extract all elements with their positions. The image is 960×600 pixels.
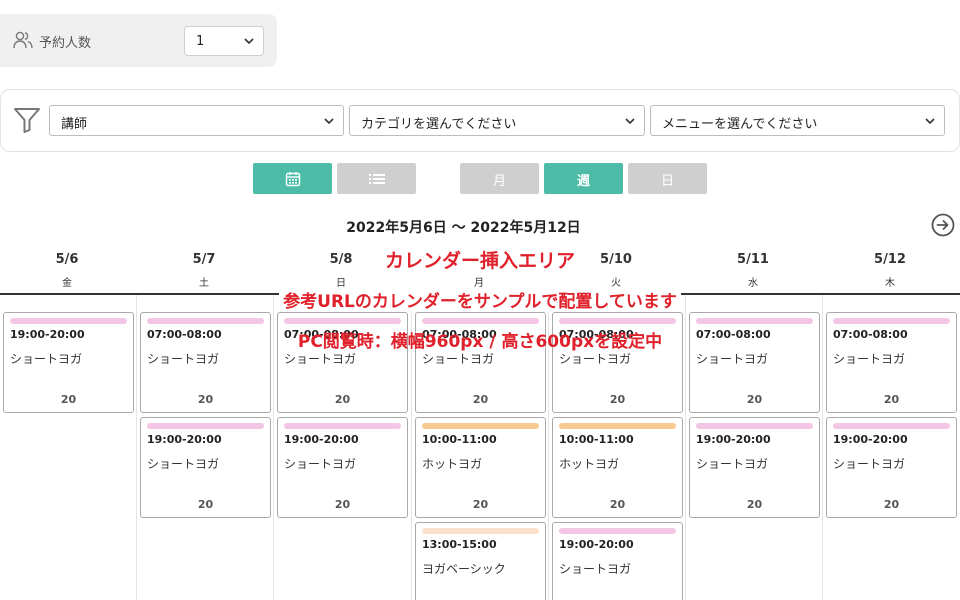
week-view-label: 週	[576, 174, 590, 189]
lesson-name: ショートヨガ	[696, 457, 769, 471]
lesson-name: ショートヨガ	[833, 457, 906, 471]
lesson-color-bar	[284, 318, 401, 324]
instructor-select[interactable]: 講師	[49, 105, 344, 136]
lesson-capacity: 20	[609, 498, 626, 511]
chevron-down-icon	[244, 38, 254, 45]
lesson-color-bar	[559, 528, 676, 534]
menu-select-value: メニューを選んでください	[662, 117, 818, 132]
lesson-name: ショートヨガ	[147, 457, 220, 471]
calendar-icon	[285, 171, 300, 186]
overlay-text: カレンダー挿入エリア	[380, 250, 579, 272]
lesson-time: 19:00-20:00	[833, 433, 908, 446]
lesson-capacity: 20	[746, 393, 763, 406]
lesson-time: 10:00-11:00	[422, 433, 497, 446]
lesson-name: ショートヨガ	[422, 352, 495, 366]
overlay-annotation-3: PC閲覧時：横幅960px / 高さ600pxを設定中	[0, 327, 960, 352]
week-view-button[interactable]: 週	[544, 163, 623, 194]
lesson-color-bar	[10, 318, 127, 324]
overlay-text: 参考URLのカレンダーをサンプルで配置しています	[279, 292, 681, 312]
people-icon	[13, 31, 33, 49]
people-count-select[interactable]: 1	[184, 26, 264, 56]
lesson-color-bar	[422, 528, 539, 534]
calendar-view-button[interactable]	[253, 163, 332, 194]
lesson-capacity: 20	[883, 498, 900, 511]
filter-panel: 講師 カテゴリを選んでください メニューを選んでください	[0, 89, 960, 152]
filter-icon	[14, 108, 40, 133]
lesson-name: ショートヨガ	[147, 352, 220, 366]
lesson-color-bar	[833, 423, 950, 429]
lesson-capacity: 20	[197, 393, 214, 406]
overlay-text: PC閲覧時：横幅960px / 高さ600pxを設定中	[297, 332, 663, 352]
lesson-capacity: 20	[472, 393, 489, 406]
lesson-card[interactable]: 13:00-15:00ヨガベーシック20	[415, 522, 546, 600]
menu-select[interactable]: メニューを選んでください	[650, 105, 945, 136]
lesson-color-bar	[696, 318, 813, 324]
lesson-capacity: 20	[334, 393, 351, 406]
lesson-time: 19:00-20:00	[559, 538, 634, 551]
lesson-time: 19:00-20:00	[696, 433, 771, 446]
lesson-capacity: 20	[197, 498, 214, 511]
lesson-capacity: 20	[334, 498, 351, 511]
lesson-card[interactable]: 19:00-20:00 ショートヨガ 20	[826, 417, 957, 518]
lesson-name: ヨガベーシック	[422, 562, 506, 576]
month-view-label: 月	[492, 174, 506, 189]
list-icon	[368, 173, 385, 184]
chevron-down-icon	[324, 118, 334, 125]
lesson-time: 10:00-11:00	[559, 433, 634, 446]
lesson-card[interactable]: 19:00-20:00ショートヨガ20	[552, 522, 683, 600]
month-view-button[interactable]: 月	[460, 163, 539, 194]
lesson-card[interactable]: 19:00-20:00 ショートヨガ 20	[689, 417, 820, 518]
lesson-color-bar	[422, 423, 539, 429]
lesson-card[interactable]: 19:00-20:00 ショートヨガ 20	[140, 417, 271, 518]
lesson-name: ショートヨガ	[10, 352, 83, 366]
lesson-name: ショートヨガ	[559, 562, 632, 576]
lesson-name: ショートヨガ	[284, 352, 357, 366]
day-view-label: 日	[660, 174, 674, 189]
lesson-name: ショートヨガ	[696, 352, 769, 366]
chevron-down-icon	[925, 118, 935, 125]
lesson-color-bar	[422, 318, 539, 324]
lesson-card[interactable]: 10:00-11:00 ホットヨガ 20	[415, 417, 546, 518]
lesson-capacity: 20	[609, 393, 626, 406]
lesson-name: ショートヨガ	[284, 457, 357, 471]
lesson-color-bar	[147, 318, 264, 324]
lesson-color-bar	[284, 423, 401, 429]
lesson-color-bar	[696, 423, 813, 429]
people-count-label: 予約人数	[39, 36, 92, 51]
lesson-time: 19:00-20:00	[147, 433, 222, 446]
overlay-annotation-1: カレンダー挿入エリア	[0, 246, 960, 273]
lesson-card[interactable]: 19:00-20:00 ショートヨガ 20	[277, 417, 408, 518]
lesson-capacity: 20	[472, 498, 489, 511]
date-range: 2022年5月6日 〜 2022年5月12日	[346, 220, 581, 236]
category-select[interactable]: カテゴリを選んでください	[349, 105, 645, 136]
overlay-annotation-2: 参考URLのカレンダーをサンプルで配置しています	[0, 287, 960, 312]
people-count-panel: 予約人数 1	[0, 14, 277, 67]
lesson-capacity: 20	[746, 498, 763, 511]
lesson-color-bar	[559, 318, 676, 324]
day-view-button[interactable]: 日	[628, 163, 707, 194]
lesson-color-bar	[559, 423, 676, 429]
lesson-name: ショートヨガ	[833, 352, 906, 366]
instructor-select-value: 講師	[61, 117, 88, 132]
lesson-capacity: 20	[883, 393, 900, 406]
lesson-color-bar	[147, 423, 264, 429]
chevron-down-icon	[625, 118, 635, 125]
lesson-card[interactable]: 10:00-11:00 ホットヨガ 20	[552, 417, 683, 518]
lesson-name: ショートヨガ	[559, 352, 632, 366]
list-view-button[interactable]	[337, 163, 416, 194]
lesson-time: 19:00-20:00	[284, 433, 359, 446]
category-select-value: カテゴリを選んでください	[361, 117, 517, 132]
lesson-name: ホットヨガ	[422, 457, 483, 471]
lesson-capacity: 20	[60, 393, 77, 406]
people-count-value: 1	[196, 34, 205, 49]
lesson-color-bar	[833, 318, 950, 324]
next-week-icon[interactable]	[931, 213, 955, 237]
lesson-time: 13:00-15:00	[422, 538, 497, 551]
lesson-name: ホットヨガ	[559, 457, 620, 471]
